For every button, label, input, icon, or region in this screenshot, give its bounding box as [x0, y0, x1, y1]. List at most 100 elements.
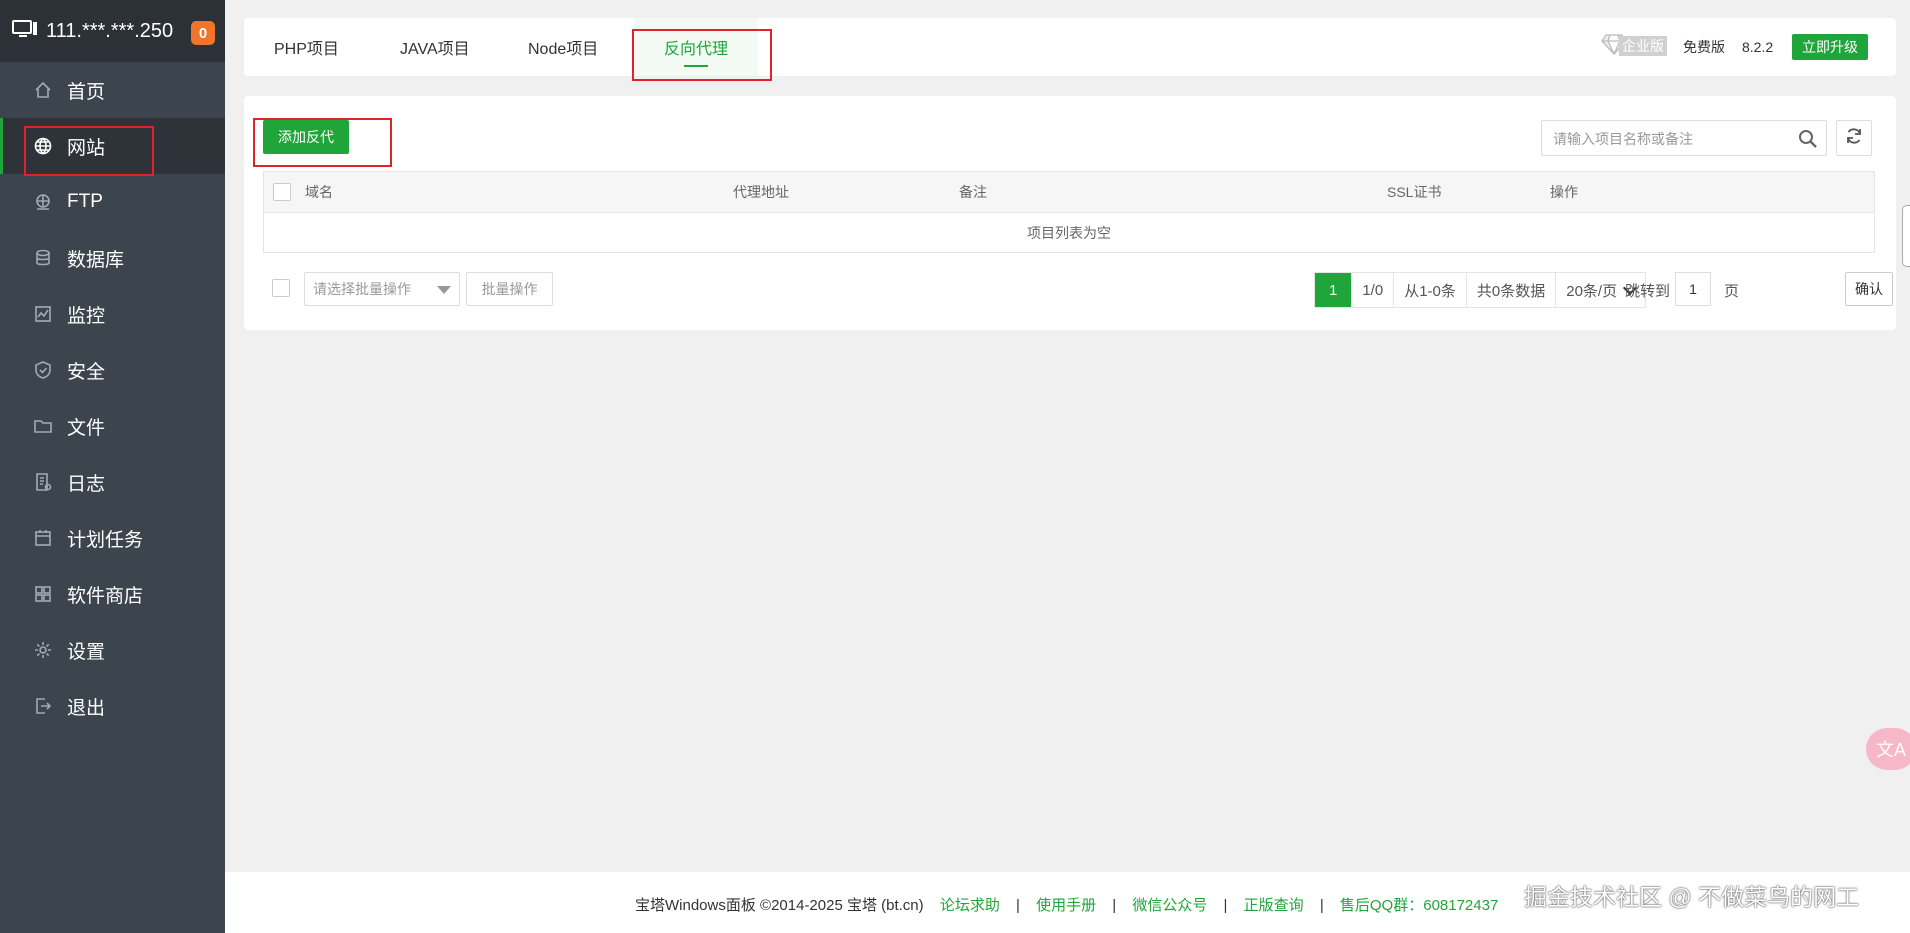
forum-help-link[interactable]: 论坛求助 — [940, 897, 1000, 914]
tab-label: Node项目 — [528, 41, 599, 58]
shield-icon — [33, 360, 53, 380]
folder-icon — [33, 416, 53, 436]
footer-separator: | — [1016, 897, 1020, 914]
refresh-icon — [1845, 127, 1863, 150]
sidebar-item-logout[interactable]: 退出 — [0, 678, 225, 734]
sidebar-item-label: 设置 — [67, 641, 106, 663]
database-icon — [33, 248, 53, 268]
sidebar-item-label: FTP — [67, 191, 103, 212]
logout-icon — [33, 696, 53, 716]
globe-icon — [33, 136, 53, 156]
watermark: 掘金技术社区 @ 不做菜鸟的网工 — [1524, 884, 1860, 910]
sidebar-item-label: 监控 — [67, 305, 106, 327]
wechat-link[interactable]: 微信公众号 — [1132, 897, 1207, 914]
license-check-link[interactable]: 正版查询 — [1244, 897, 1304, 914]
log-icon — [33, 472, 53, 492]
page-info: 1/0 — [1352, 273, 1395, 307]
pagination: 1 1/0 从1-0条 共0条数据 20条/页 — [1314, 272, 1647, 308]
select-all-checkbox[interactable] — [273, 183, 291, 201]
jump-label: 跳转到 — [1625, 282, 1671, 300]
sidebar-item-label: 退出 — [67, 697, 106, 719]
page-unit-label: 页 — [1724, 282, 1740, 300]
copyright-text: 宝塔Windows面板 ©2014-2025 宝塔 (bt.cn) — [635, 897, 924, 914]
empty-message: 项目列表为空 — [1027, 225, 1111, 241]
sidebar-item-security[interactable]: 安全 — [0, 342, 225, 398]
translate-widget[interactable]: 文A — [1866, 728, 1910, 770]
sidebar-item-label: 首页 — [67, 81, 106, 103]
column-remark: 备注 — [959, 184, 987, 200]
sidebar-item-settings[interactable]: 设置 — [0, 622, 225, 678]
sidebar-item-label: 日志 — [67, 473, 106, 495]
side-drawer-handle[interactable] — [1902, 205, 1910, 267]
calendar-icon — [33, 528, 53, 548]
sidebar: 111.***.***.250 0 首页 网站 FTP 数据库 监控 安全 文件… — [0, 0, 225, 933]
sidebar-menu: 首页 网站 FTP 数据库 监控 安全 文件 日志 计划任务 软件商店 设置 退… — [0, 62, 225, 740]
sidebar-item-label: 数据库 — [67, 249, 125, 271]
search-input[interactable] — [1543, 122, 1795, 156]
page-total: 共0条数据 — [1467, 273, 1557, 307]
jump-page-input[interactable]: 1 — [1675, 272, 1711, 306]
tab-label: 反向代理 — [663, 41, 728, 58]
tab-node[interactable]: Node项目 — [528, 18, 598, 76]
sidebar-item-label: 计划任务 — [67, 529, 144, 551]
sidebar-item-home[interactable]: 首页 — [0, 62, 225, 118]
tab-label: JAVA项目 — [400, 41, 470, 58]
monitor-screen-icon — [12, 19, 38, 44]
sidebar-item-label: 软件商店 — [67, 585, 144, 607]
translate-icon: 文A — [1876, 740, 1907, 760]
footer-separator: | — [1112, 897, 1117, 914]
footer-separator: | — [1319, 897, 1324, 914]
page-range: 从1-0条 — [1394, 273, 1467, 307]
sidebar-item-logs[interactable]: 日志 — [0, 454, 225, 510]
monitor-icon — [33, 304, 53, 324]
add-reverse-proxy-button[interactable]: 添加反代 — [263, 120, 349, 154]
sidebar-item-label: 安全 — [67, 361, 106, 383]
proxy-list-panel: 添加反代 域名 代理地址 备注 SSL证书 操作 项目列表为空 请选择批量操作 … — [244, 96, 1896, 330]
jump-confirm-button[interactable]: 确认 — [1845, 272, 1893, 306]
sidebar-item-files[interactable]: 文件 — [0, 398, 225, 454]
table-footer: 请选择批量操作 批量操作 1 1/0 从1-0条 共0条数据 20条/页 跳转到… — [263, 268, 1893, 308]
tab-reverse-proxy[interactable]: 反向代理 — [634, 18, 758, 76]
enterprise-label: 企业版 — [1619, 36, 1667, 56]
apps-icon — [33, 584, 53, 604]
batch-select-checkbox[interactable] — [272, 279, 290, 297]
server-ip: 111.***.***.250 — [46, 19, 174, 42]
sidebar-item-monitor[interactable]: 监控 — [0, 286, 225, 342]
page-current[interactable]: 1 — [1315, 273, 1353, 307]
proxy-table: 域名 代理地址 备注 SSL证书 操作 项目列表为空 — [263, 171, 1875, 253]
tab-php[interactable]: PHP项目 — [274, 18, 339, 76]
search-icon[interactable] — [1798, 129, 1818, 149]
sidebar-item-label: 文件 — [67, 417, 106, 439]
batch-select-placeholder: 请选择批量操作 — [313, 281, 411, 297]
enterprise-badge[interactable]: 企业版 — [1601, 33, 1677, 59]
tab-label: PHP项目 — [274, 41, 339, 58]
sidebar-item-label: 网站 — [67, 137, 106, 159]
gear-icon — [33, 640, 53, 660]
batch-action-select[interactable]: 请选择批量操作 — [304, 272, 460, 306]
dropdown-arrow-icon — [437, 286, 451, 294]
refresh-button[interactable] — [1836, 120, 1872, 156]
sidebar-item-database[interactable]: 数据库 — [0, 230, 225, 286]
qq-group-link[interactable]: 售后QQ群：608172437 — [1340, 897, 1498, 914]
free-edition-label: 免费版 — [1683, 39, 1725, 55]
notification-badge[interactable]: 0 — [191, 21, 215, 45]
manual-link[interactable]: 使用手册 — [1036, 897, 1096, 914]
home-icon — [33, 80, 53, 100]
column-ssl: SSL证书 — [1387, 184, 1442, 200]
upgrade-button[interactable]: 立即升级 — [1792, 34, 1868, 60]
version-number: 8.2.2 — [1742, 39, 1774, 55]
ftp-icon — [33, 192, 53, 212]
batch-action-button[interactable]: 批量操作 — [466, 272, 553, 306]
column-domain[interactable]: 域名 — [305, 172, 333, 213]
sidebar-item-ftp[interactable]: FTP — [0, 174, 225, 230]
tab-java[interactable]: JAVA项目 — [400, 18, 470, 76]
sidebar-item-website[interactable]: 网站 — [0, 118, 225, 174]
table-header: 域名 代理地址 备注 SSL证书 操作 — [264, 172, 1874, 213]
sidebar-item-cron[interactable]: 计划任务 — [0, 510, 225, 566]
sidebar-item-store[interactable]: 软件商店 — [0, 566, 225, 622]
project-tabs: PHP项目 JAVA项目 Node项目 反向代理 企业版 免费版 8.2.2 立… — [244, 18, 1896, 76]
column-actions: 操作 — [1550, 184, 1578, 200]
footer-separator: | — [1223, 897, 1228, 914]
per-page-value: 20条/页 — [1566, 282, 1618, 300]
server-header[interactable]: 111.***.***.250 0 — [0, 0, 225, 62]
